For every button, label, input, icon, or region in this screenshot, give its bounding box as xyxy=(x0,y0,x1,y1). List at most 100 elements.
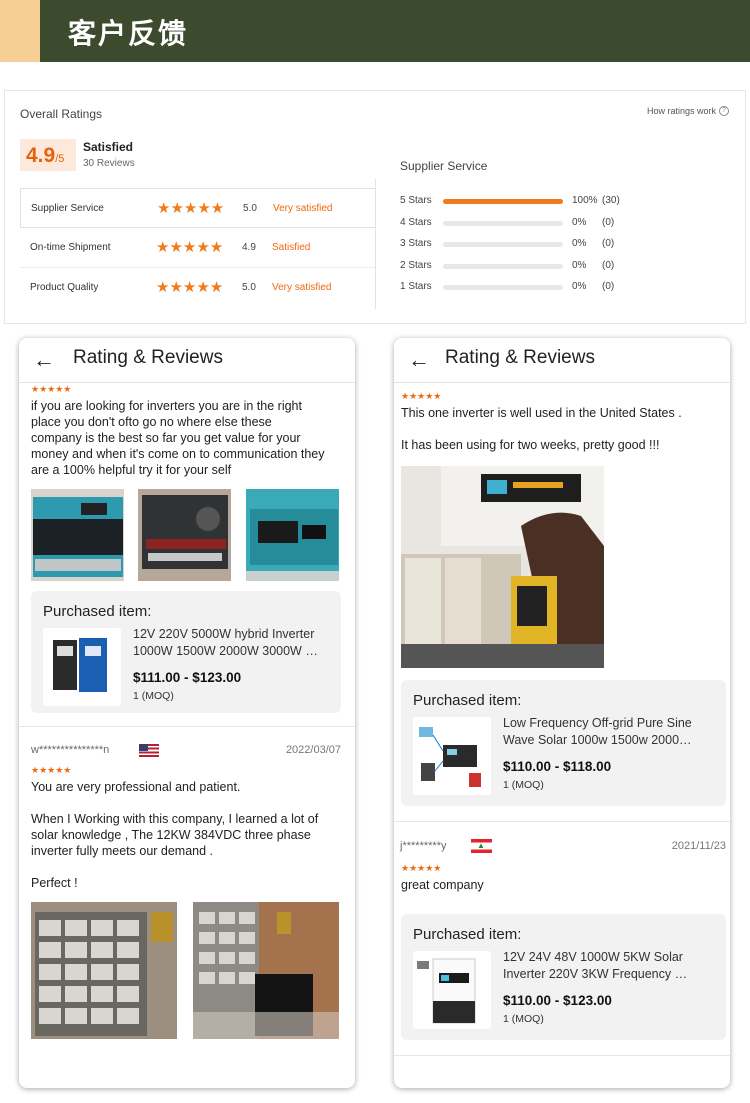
star-count: (30) xyxy=(602,195,620,206)
star-distribution: 5 Stars 100% (30) 4 Stars 0% (0) 3 Stars… xyxy=(400,193,730,301)
star-rating-icons: ★★★★★ xyxy=(156,279,224,296)
distribution-row: 1 Stars 0% (0) xyxy=(400,279,730,301)
distribution-bar xyxy=(443,285,563,290)
distribution-row: 3 Stars 0% (0) xyxy=(400,236,730,258)
metric-on-time-shipment[interactable]: On-time Shipment ★★★★★ 4.9 Satisfied xyxy=(20,228,376,268)
metric-text: Very satisfied xyxy=(273,203,333,214)
star-percent: 0% xyxy=(572,281,587,292)
star-label: 5 Stars xyxy=(400,195,432,206)
review-date: 2021/11/23 xyxy=(671,840,726,852)
metric-label: On-time Shipment xyxy=(30,242,111,253)
product-name: 12V 220V 5000W hybrid Inverter 1000W 150… xyxy=(133,627,318,658)
star-percent: 0% xyxy=(572,259,587,271)
product-moq: 1 (MOQ) xyxy=(133,690,174,702)
app-top-bar: ← Rating & Reviews xyxy=(19,338,355,383)
review-photo[interactable] xyxy=(246,489,339,581)
distribution-bar xyxy=(443,263,563,269)
banner-accent xyxy=(0,0,40,62)
how-ratings-label: How ratings work xyxy=(646,106,716,116)
metric-label: Product Quality xyxy=(30,282,99,293)
review-photo[interactable] xyxy=(31,489,124,581)
back-arrow-icon[interactable]: ← xyxy=(33,347,55,373)
metric-label: Supplier Service xyxy=(31,203,104,214)
product-name: Low Frequency Off-grid Pure Sine Wave So… xyxy=(503,716,692,747)
metric-product-quality[interactable]: Product Quality ★★★★★ 5.0 Very satisfied xyxy=(20,268,376,308)
overall-ratings-title: Overall Ratings xyxy=(20,107,103,121)
review-stars-icon: ★★★★★ xyxy=(401,863,442,873)
star-count: (0) xyxy=(602,259,615,271)
reviewer-name: j*********y xyxy=(400,840,447,852)
how-ratings-work-link[interactable]: How ratings work ? xyxy=(647,106,729,116)
star-count: (0) xyxy=(602,216,615,228)
purchased-item-card[interactable]: Purchased item: Low Frequency Off-grid P… xyxy=(401,680,726,806)
review-stars-icon: ★★★★★ xyxy=(31,765,72,775)
star-percent: 0% xyxy=(572,216,587,228)
distribution-row: 5 Stars 100% (30) xyxy=(400,193,730,215)
back-arrow-icon[interactable]: ← xyxy=(408,347,430,373)
star-percent: 0% xyxy=(572,238,587,249)
app-top-bar: ← Rating & Reviews xyxy=(394,338,730,383)
star-percent: 100% xyxy=(572,195,598,206)
product-moq: 1 (MOQ) xyxy=(503,1013,544,1025)
review-photo[interactable] xyxy=(138,489,231,581)
product-thumbnail xyxy=(43,628,121,706)
phone-screen-left: ← Rating & Reviews ★★★★★ if you are look… xyxy=(19,338,355,1088)
satisfaction-label: Satisfied xyxy=(83,140,134,154)
metric-supplier-service[interactable]: Supplier Service ★★★★★ 5.0 Very satisfie… xyxy=(20,188,376,228)
purchased-item-title: Purchased item: xyxy=(413,692,522,709)
review-text: You are very professional and patient. W… xyxy=(31,780,319,890)
star-count: (0) xyxy=(602,238,615,249)
product-price: $110.00 - $123.00 xyxy=(503,993,612,1008)
review-photo[interactable] xyxy=(193,902,339,1039)
distribution-row: 4 Stars 0% (0) xyxy=(400,215,730,237)
purchased-item-card[interactable]: Purchased item: 12V 24V 48V 1000W 5KW So… xyxy=(401,914,726,1040)
review-date: 2022/03/07 xyxy=(285,744,341,756)
review-photo[interactable] xyxy=(31,902,177,1039)
metric-text: Satisfied xyxy=(272,242,311,253)
page-title: Rating & Reviews xyxy=(73,347,223,368)
us-flag-icon xyxy=(139,744,159,757)
reviewer-name: w***************n xyxy=(31,744,110,756)
page-title: Rating & Reviews xyxy=(445,347,595,368)
review-text: if you are looking for inverters you are… xyxy=(31,399,325,477)
score-max: /5 xyxy=(55,153,65,165)
supplier-service-title: Supplier Service xyxy=(400,159,488,173)
phone-screen-right: ← Rating & Reviews ★★★★★ This one invert… xyxy=(394,338,730,1088)
rating-metrics: Supplier Service ★★★★★ 5.0 Very satisfie… xyxy=(20,188,376,308)
metric-value: 5.0 xyxy=(242,282,256,293)
divider xyxy=(375,179,376,309)
star-label: 4 Stars xyxy=(400,216,432,228)
product-price: $110.00 - $118.00 xyxy=(503,759,612,774)
distribution-row: 2 Stars 0% (0) xyxy=(400,258,730,280)
help-icon: ? xyxy=(719,106,729,116)
lebanon-flag-icon xyxy=(471,839,492,853)
review-text: great company xyxy=(401,878,484,892)
score-value: 4.9 xyxy=(26,144,56,167)
review-photo[interactable] xyxy=(401,466,604,668)
purchased-item-card[interactable]: Purchased item: 12V 220V 5000W hybrid In… xyxy=(31,591,341,713)
purchased-item-title: Purchased item: xyxy=(413,926,522,943)
metric-value: 5.0 xyxy=(243,203,257,214)
distribution-bar xyxy=(443,199,563,204)
review-text: This one inverter is well used in the Un… xyxy=(401,406,682,452)
divider xyxy=(394,1055,730,1056)
product-name: 12V 24V 48V 1000W 5KW Solar Inverter 220… xyxy=(503,950,688,981)
review-stars-icon: ★★★★★ xyxy=(31,384,72,394)
divider xyxy=(394,821,730,822)
review-stars-icon: ★★★★★ xyxy=(401,391,442,401)
metric-text: Very satisfied xyxy=(272,282,332,293)
product-moq: 1 (MOQ) xyxy=(503,779,544,791)
ratings-panel: Overall Ratings How ratings work ? 4.9/5… xyxy=(4,90,746,324)
star-count: (0) xyxy=(602,281,615,292)
product-thumbnail xyxy=(413,717,491,795)
star-rating-icons: ★★★★★ xyxy=(156,239,224,256)
product-price: $111.00 - $123.00 xyxy=(133,670,242,685)
banner-title: 客户反馈 xyxy=(68,17,189,50)
overall-score: 4.9/5 xyxy=(20,139,76,171)
purchased-item-title: Purchased item: xyxy=(43,603,152,620)
distribution-bar xyxy=(443,220,563,226)
product-thumbnail xyxy=(413,951,491,1029)
star-rating-icons: ★★★★★ xyxy=(157,200,225,217)
metric-value: 4.9 xyxy=(242,242,256,253)
star-label: 2 Stars xyxy=(400,259,432,271)
